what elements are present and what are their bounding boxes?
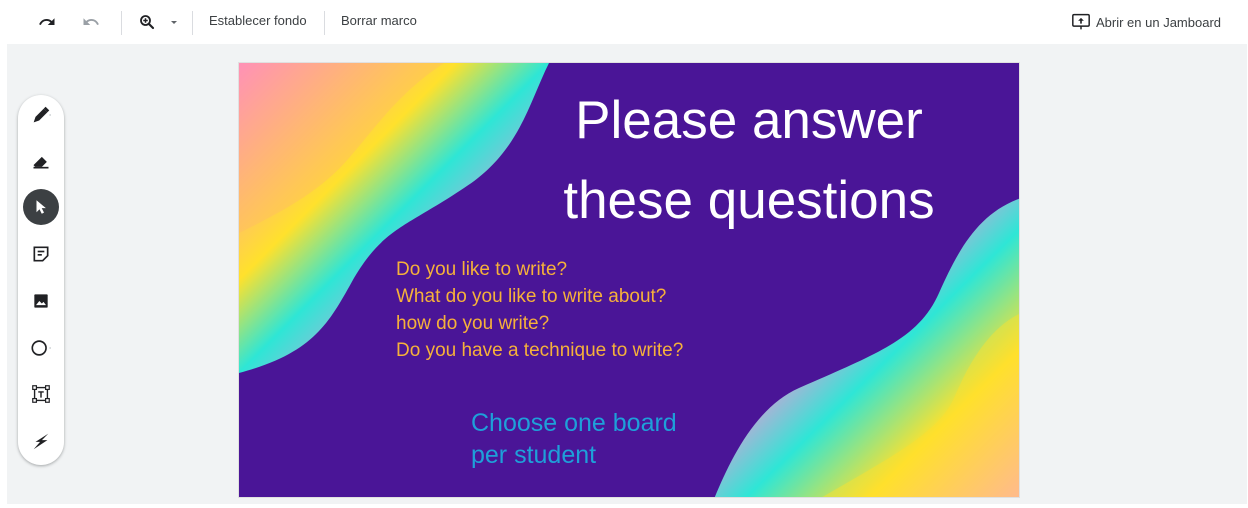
zoom-menu-button[interactable] bbox=[166, 9, 182, 35]
select-tool[interactable] bbox=[23, 189, 59, 225]
present-to-board-icon bbox=[1072, 13, 1090, 30]
open-in-jamboard-label: Abrir en un Jamboard bbox=[1096, 14, 1222, 30]
frame-title[interactable]: Please answer these questions bbox=[539, 81, 959, 241]
undo-button[interactable] bbox=[34, 9, 60, 35]
title-line-2: these questions bbox=[563, 171, 935, 230]
question-line: Do you have a technique to write? bbox=[396, 340, 684, 361]
select-icon bbox=[36, 200, 46, 214]
sticky-note-icon bbox=[33, 246, 49, 262]
pen-icon bbox=[33, 106, 52, 123]
pen-tool[interactable] bbox=[23, 97, 59, 133]
question-line: how do you write? bbox=[396, 313, 550, 334]
sticky-note-tool[interactable] bbox=[23, 236, 59, 272]
redo-button[interactable] bbox=[78, 9, 104, 35]
tool-palette bbox=[18, 95, 64, 465]
zoom-in-icon bbox=[140, 15, 155, 30]
undo-icon bbox=[39, 18, 55, 25]
note-line-2: per student bbox=[471, 441, 597, 469]
image-icon bbox=[34, 294, 48, 308]
title-line-1: Please answer bbox=[575, 91, 923, 150]
questions-text-box[interactable]: Do you like to write? What do you like t… bbox=[396, 256, 683, 364]
laser-icon bbox=[33, 433, 49, 450]
shape-tool[interactable] bbox=[23, 330, 59, 366]
image-tool[interactable] bbox=[23, 283, 59, 319]
circle-icon bbox=[31, 340, 52, 356]
note-line-1: Choose one board bbox=[471, 409, 677, 437]
text-box-icon bbox=[32, 385, 50, 403]
text-box-tool[interactable] bbox=[23, 376, 59, 412]
set-background-button[interactable]: Establecer fondo bbox=[209, 13, 307, 28]
toolbar-separator bbox=[324, 11, 325, 35]
redo-icon bbox=[83, 18, 99, 25]
question-line: Do you like to write? bbox=[396, 259, 568, 280]
jam-frame[interactable]: Please answer these questions Do you lik… bbox=[238, 62, 1020, 498]
eraser-tool[interactable] bbox=[23, 143, 59, 179]
zoom-button[interactable] bbox=[134, 9, 160, 35]
open-in-jamboard-button[interactable]: Abrir en un Jamboard bbox=[1071, 9, 1231, 35]
toolbar-separator bbox=[121, 11, 122, 35]
eraser-icon bbox=[33, 156, 49, 169]
top-toolbar: Establecer fondo Borrar marco Abrir en u… bbox=[0, 0, 1248, 44]
instruction-text-box[interactable]: Choose one board per student bbox=[471, 407, 677, 471]
question-line: What do you like to write about? bbox=[396, 286, 667, 307]
toolbar-separator bbox=[192, 11, 193, 35]
laser-tool[interactable] bbox=[23, 423, 59, 459]
clear-frame-button[interactable]: Borrar marco bbox=[341, 13, 417, 28]
caret-down-icon bbox=[171, 21, 177, 24]
